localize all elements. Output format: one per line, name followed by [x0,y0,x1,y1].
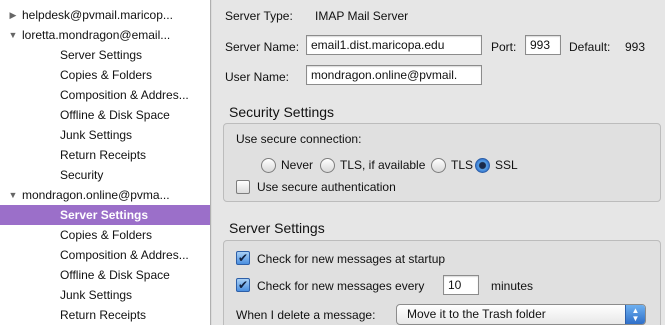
check-interval-field[interactable]: 10 [443,275,479,295]
account-tree[interactable]: ▶ helpdesk@pvmail.maricop... ▼ loretta.m… [0,0,211,325]
tree-item-label: Offline & Disk Space [60,108,170,122]
minutes-label: minutes [491,279,534,293]
disclosure-collapsed-icon[interactable]: ▶ [7,5,19,25]
radio-ssl[interactable] [475,158,490,173]
radio-ssl-label[interactable]: SSL [495,158,518,172]
user-name-label: User Name: [225,70,290,84]
tree-item-label: Junk Settings [60,128,133,142]
radio-tls-label[interactable]: TLS [451,158,473,172]
tree-item-label: Server Settings [60,208,149,222]
check-every-checkbox[interactable]: ✔ [236,278,250,292]
radio-tls-if-available[interactable] [320,158,335,173]
tree-item-return-receipts[interactable]: Return Receipts [0,305,210,325]
tree-account-mondragon-online[interactable]: ▼ mondragon.online@pvma... [0,185,210,205]
tree-account-loretta[interactable]: ▼ loretta.mondragon@email... [0,25,210,45]
delete-message-label: When I delete a message: [236,308,376,322]
tree-item-security[interactable]: Security [0,165,210,185]
radio-tls[interactable] [431,158,446,173]
tree-item-junk-settings[interactable]: Junk Settings [0,285,210,305]
select-arrows-icon[interactable]: ▲ ▼ [625,305,645,324]
server-settings-title: Server Settings [229,220,325,236]
tree-item-label: Return Receipts [60,308,147,322]
check-startup-checkbox[interactable]: ✔ [236,251,250,265]
delete-action-value: Move it to the Trash folder [407,307,546,321]
tree-item-label: Security [60,168,104,182]
radio-never-label[interactable]: Never [281,158,313,172]
radio-never[interactable] [261,158,276,173]
tree-item-label: Return Receipts [60,148,147,162]
server-settings-panel: Server Type: IMAP Mail Server Server Nam… [212,0,665,325]
tree-item-copies-folders[interactable]: Copies & Folders [0,65,210,85]
tree-item-copies-folders[interactable]: Copies & Folders [0,225,210,245]
default-port-label: Default: [569,40,611,54]
tree-item-label: Composition & Addres... [60,248,189,262]
tree-account-helpdesk[interactable]: ▶ helpdesk@pvmail.maricop... [0,5,210,25]
port-field[interactable]: 993 [525,35,561,55]
secure-auth-checkbox[interactable] [236,180,250,194]
check-startup-label[interactable]: Check for new messages at startup [257,252,445,266]
server-name-field[interactable]: email1.dist.maricopa.edu [306,35,482,55]
delete-action-select[interactable]: Move it to the Trash folder ▲ ▼ [396,304,646,325]
secure-connection-label: Use secure connection: [236,132,362,146]
user-name-field[interactable]: mondragon.online@pvmail. [306,65,482,85]
security-settings-box: Use secure connection: Never TLS, if ava… [223,123,661,202]
tree-item-return-receipts[interactable]: Return Receipts [0,145,210,165]
server-type-label: Server Type: [225,9,293,23]
tree-item-label: Junk Settings [60,288,133,302]
tree-item-offline-disk[interactable]: Offline & Disk Space [0,105,210,125]
tree-item-label: Copies & Folders [60,228,153,242]
radio-tls-if-available-label[interactable]: TLS, if available [340,158,425,172]
security-settings-title: Security Settings [229,104,335,120]
tree-item-composition[interactable]: Composition & Addres... [0,85,210,105]
account-label: loretta.mondragon@email... [22,28,171,42]
account-label: mondragon.online@pvma... [22,188,170,202]
port-label: Port: [491,40,517,54]
check-every-label[interactable]: Check for new messages every [257,279,424,293]
tree-item-server-settings[interactable]: Server Settings [0,45,210,65]
tree-item-label: Copies & Folders [60,68,153,82]
disclosure-expanded-icon[interactable]: ▼ [7,25,19,45]
server-type-value: IMAP Mail Server [315,9,409,23]
secure-auth-label[interactable]: Use secure authentication [257,180,396,194]
default-port-value: 993 [625,40,646,54]
server-name-label: Server Name: [225,40,300,54]
tree-item-label: Offline & Disk Space [60,268,170,282]
tree-item-offline-disk[interactable]: Offline & Disk Space [0,265,210,285]
tree-item-junk-settings[interactable]: Junk Settings [0,125,210,145]
disclosure-expanded-icon[interactable]: ▼ [7,185,19,205]
account-label: helpdesk@pvmail.maricop... [22,8,173,22]
tree-item-label: Composition & Addres... [60,88,189,102]
tree-item-label: Server Settings [60,48,143,62]
server-settings-box: ✔ Check for new messages at startup ✔ Ch… [223,240,661,325]
tree-item-server-settings-selected[interactable]: Server Settings [0,205,210,225]
tree-item-composition[interactable]: Composition & Addres... [0,245,210,265]
